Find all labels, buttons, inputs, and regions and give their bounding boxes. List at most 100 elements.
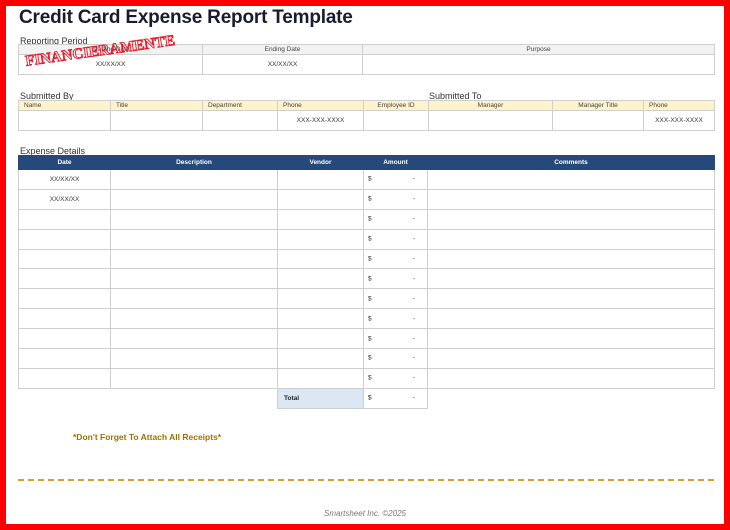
manager-title-cell[interactable]	[552, 110, 644, 131]
vendor-cell[interactable]	[277, 169, 364, 190]
phone-cell[interactable]: XXX-XXX-XXXX	[277, 110, 364, 131]
description-cell[interactable]	[110, 228, 278, 250]
description-cell[interactable]	[110, 288, 278, 310]
date-cell[interactable]: XX/XX/XX	[18, 169, 111, 190]
comments-cell[interactable]	[427, 169, 715, 190]
amount-cell[interactable]: $ -	[363, 288, 428, 310]
date-cell[interactable]	[18, 328, 111, 350]
description-cell[interactable]	[110, 367, 278, 389]
employee-id-cell[interactable]	[363, 110, 429, 131]
amount-cell[interactable]: $ -	[363, 188, 428, 210]
expense-row: $ -	[18, 288, 715, 310]
vendor-cell[interactable]	[277, 208, 364, 230]
amount-cell[interactable]: $ -	[363, 308, 428, 330]
date-cell[interactable]	[18, 248, 111, 270]
date-cell[interactable]	[18, 367, 111, 389]
manager-cell[interactable]	[428, 110, 553, 131]
currency-symbol: $	[368, 295, 372, 303]
currency-symbol: $	[368, 215, 372, 223]
header-ending-date: Ending Date	[202, 44, 363, 55]
date-cell[interactable]	[18, 308, 111, 330]
expense-row: $ -	[18, 208, 715, 230]
dashed-divider	[18, 479, 714, 481]
vendor-cell[interactable]	[277, 288, 364, 310]
expense-row: $ -	[18, 348, 715, 369]
description-cell[interactable]	[110, 208, 278, 230]
description-cell[interactable]	[110, 268, 278, 290]
vendor-cell[interactable]	[277, 348, 364, 369]
header-comments: Comments	[427, 155, 715, 170]
date-cell[interactable]	[18, 348, 111, 369]
ending-date-cell[interactable]: XX/XX/XX	[202, 54, 363, 75]
total-label: Total	[277, 387, 364, 409]
purpose-cell[interactable]	[362, 54, 715, 75]
amount-cell[interactable]: $ -	[363, 228, 428, 250]
currency-symbol: $	[368, 315, 372, 323]
amount-cell[interactable]: $ -	[363, 268, 428, 290]
header-name: Name	[18, 100, 111, 111]
watermark-logo: FINANCIERAMENTE	[20, 26, 177, 70]
date-cell[interactable]	[18, 208, 111, 230]
watermark-text: FINANCIERAMENTE	[24, 33, 176, 70]
comments-cell[interactable]	[427, 248, 715, 270]
amount-value: -	[412, 275, 415, 283]
vendor-cell[interactable]	[277, 228, 364, 250]
vendor-cell[interactable]	[277, 188, 364, 210]
comments-cell[interactable]	[427, 288, 715, 310]
currency-symbol: $	[368, 195, 372, 203]
header-manager: Manager	[428, 100, 553, 111]
comments-cell[interactable]	[427, 188, 715, 210]
description-cell[interactable]	[110, 248, 278, 270]
currency-symbol: $	[368, 175, 372, 183]
amount-cell[interactable]: $ -	[363, 169, 428, 190]
total-spacer	[111, 388, 278, 408]
comments-cell[interactable]	[427, 228, 715, 250]
date-cell[interactable]	[18, 268, 111, 290]
expense-table: Date Description Vendor Amount Comments …	[18, 155, 715, 409]
header-manager-title: Manager Title	[552, 100, 644, 111]
header-amount: Amount	[363, 155, 428, 170]
amount-cell[interactable]: $ -	[363, 248, 428, 270]
currency-symbol: $	[368, 335, 372, 343]
total-spacer	[428, 388, 715, 408]
amount-cell[interactable]: $ -	[363, 328, 428, 350]
vendor-cell[interactable]	[277, 308, 364, 330]
description-cell[interactable]	[110, 188, 278, 210]
header-manager-phone: Phone	[643, 100, 715, 111]
vendor-cell[interactable]	[277, 248, 364, 270]
title-cell[interactable]	[110, 110, 203, 131]
amount-value: -	[412, 255, 415, 263]
date-cell[interactable]: XX/XX/XX	[18, 188, 111, 210]
comments-cell[interactable]	[427, 348, 715, 369]
comments-cell[interactable]	[427, 308, 715, 330]
comments-cell[interactable]	[427, 328, 715, 350]
header-purpose: Purpose	[362, 44, 715, 55]
date-cell[interactable]	[18, 288, 111, 310]
expense-row: $ -	[18, 328, 715, 350]
amount-value: -	[412, 195, 415, 203]
header-department: Department	[202, 100, 278, 111]
amount-cell[interactable]: $ -	[363, 367, 428, 389]
description-cell[interactable]	[110, 328, 278, 350]
comments-cell[interactable]	[427, 268, 715, 290]
amount-cell[interactable]: $ -	[363, 208, 428, 230]
currency-symbol: $	[368, 275, 372, 283]
vendor-cell[interactable]	[277, 328, 364, 350]
amount-cell[interactable]: $ -	[363, 348, 428, 369]
description-cell[interactable]	[110, 348, 278, 369]
total-amount-cell: $ -	[363, 387, 428, 409]
header-vendor: Vendor	[277, 155, 364, 170]
comments-cell[interactable]	[427, 367, 715, 389]
date-cell[interactable]	[18, 228, 111, 250]
expense-row: $ -	[18, 248, 715, 270]
manager-phone-cell[interactable]: XXX-XXX-XXXX	[643, 110, 715, 131]
expense-row: $ -	[18, 308, 715, 330]
vendor-cell[interactable]	[277, 367, 364, 389]
vendor-cell[interactable]	[277, 268, 364, 290]
name-cell[interactable]	[18, 110, 111, 131]
department-cell[interactable]	[202, 110, 278, 131]
description-cell[interactable]	[110, 169, 278, 190]
page: Credit Card Expense Report Template Repo…	[6, 6, 724, 524]
description-cell[interactable]	[110, 308, 278, 330]
comments-cell[interactable]	[427, 208, 715, 230]
